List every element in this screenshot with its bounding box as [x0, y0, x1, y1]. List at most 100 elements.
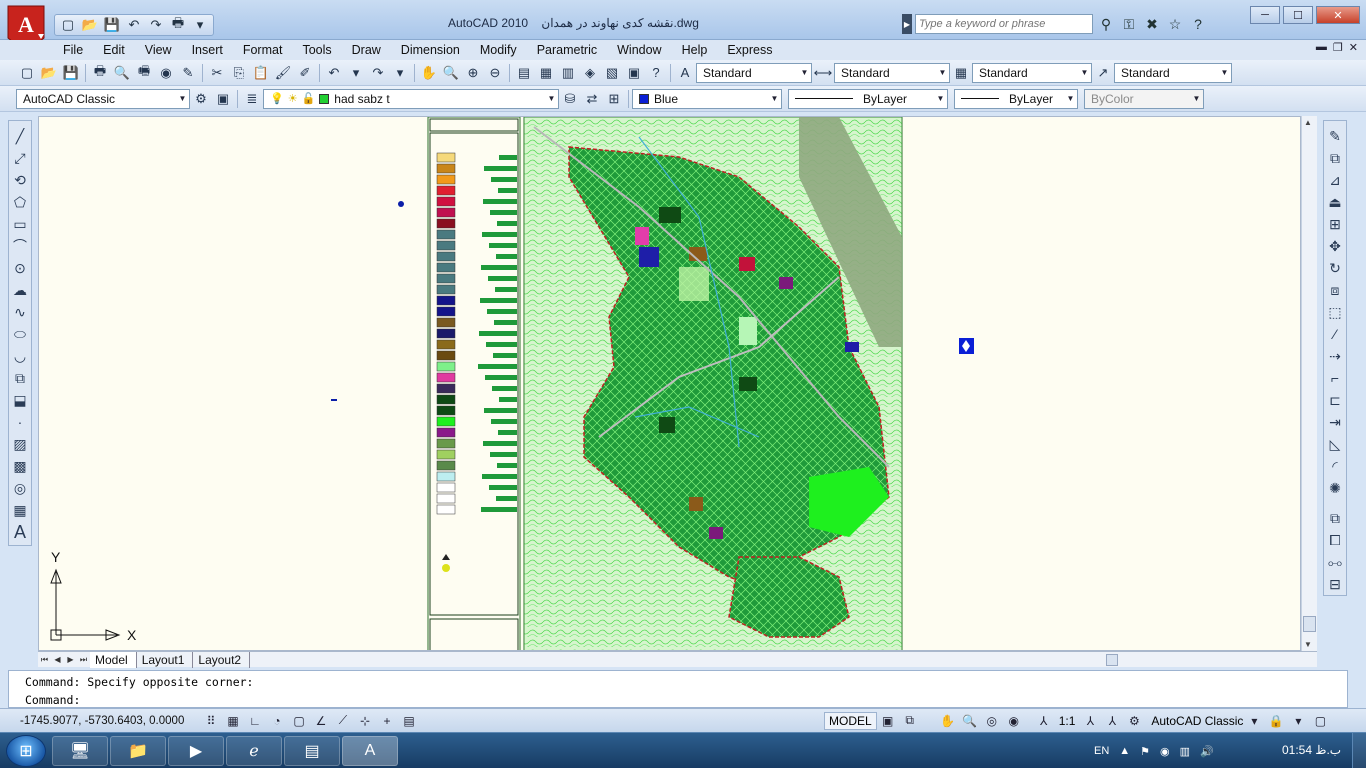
- close-button[interactable]: ✕: [1316, 6, 1360, 24]
- show-desktop-button[interactable]: [1352, 733, 1366, 768]
- quickcalc-icon[interactable]: ▣: [623, 62, 645, 84]
- line-icon[interactable]: ╱: [10, 125, 30, 147]
- lwt-icon[interactable]: +: [376, 711, 398, 731]
- lock-toolbar-icon[interactable]: 🔒: [1265, 711, 1287, 731]
- make-block-icon[interactable]: ⬓: [10, 389, 30, 411]
- quick-view-layouts-icon[interactable]: ▣: [877, 711, 899, 731]
- dyn-icon[interactable]: ⊹: [354, 711, 376, 731]
- search-input[interactable]: [915, 14, 1093, 34]
- undo-icon[interactable]: ↶: [323, 62, 345, 84]
- new-icon[interactable]: ▢: [58, 16, 78, 34]
- join-icon[interactable]: ⇥: [1325, 411, 1345, 433]
- open-file-icon[interactable]: 📂: [38, 62, 60, 84]
- redo-icon[interactable]: ↷: [367, 62, 389, 84]
- tab-model[interactable]: Model: [90, 651, 137, 668]
- language-indicator[interactable]: EN: [1094, 745, 1109, 757]
- match-properties-icon[interactable]: 🖌: [272, 62, 294, 84]
- command-prompt[interactable]: Command:: [25, 693, 80, 707]
- ellipse-icon[interactable]: ⬭: [10, 323, 30, 345]
- save-file-icon[interactable]: 💾: [60, 62, 82, 84]
- showmotion-icon[interactable]: ◉: [1003, 711, 1025, 731]
- circle-icon[interactable]: ⊙: [10, 257, 30, 279]
- pan-status-icon[interactable]: ✋: [937, 711, 959, 731]
- plot-preview-icon[interactable]: 🔍: [111, 62, 133, 84]
- tray-network-icon[interactable]: ▥: [1180, 745, 1190, 758]
- annotation-scale[interactable]: 1:1: [1059, 714, 1076, 728]
- ellipse-arc-icon[interactable]: ◡: [10, 345, 30, 367]
- explode-icon[interactable]: ✺: [1325, 477, 1345, 499]
- tab-layout1[interactable]: Layout1: [137, 651, 194, 668]
- next-tab-icon[interactable]: ▶: [64, 655, 77, 664]
- qat-dropdown-icon[interactable]: ▾: [190, 16, 210, 34]
- qnew-icon[interactable]: ▢: [16, 62, 38, 84]
- bring-front-icon[interactable]: ⧠: [1325, 529, 1345, 551]
- polygon-icon[interactable]: ⬠: [10, 191, 30, 213]
- plotstyle-select[interactable]: ByColor ▼: [1084, 88, 1204, 109]
- 3d-dwf-icon[interactable]: ◉: [155, 62, 177, 84]
- taskbar-autocad-icon[interactable]: A: [342, 736, 398, 766]
- region-icon[interactable]: ◎: [10, 477, 30, 499]
- cursor-coordinates[interactable]: -1745.9077, -5730.6403, 0.0000: [20, 715, 200, 727]
- rectangle-icon[interactable]: ▭: [10, 213, 30, 235]
- cut-icon[interactable]: ✂: [206, 62, 228, 84]
- table-style-select[interactable]: Standard ▼: [972, 62, 1092, 83]
- color-select[interactable]: Blue ▼: [632, 88, 782, 109]
- zoom-realtime-icon[interactable]: 🔍: [440, 62, 462, 84]
- pan-icon[interactable]: ✋: [418, 62, 440, 84]
- menu-draw[interactable]: Draw: [345, 43, 394, 57]
- start-button[interactable]: ⊞: [6, 735, 46, 767]
- paste-icon[interactable]: 📋: [250, 62, 272, 84]
- menu-tools[interactable]: Tools: [295, 43, 344, 57]
- table-icon[interactable]: ▦: [10, 499, 30, 521]
- menu-window[interactable]: Window: [610, 43, 674, 57]
- insert-block-icon[interactable]: ⧉: [10, 367, 30, 389]
- redo-icon[interactable]: ↷: [146, 16, 166, 34]
- menu-parametric[interactable]: Parametric: [530, 43, 610, 57]
- menu-file[interactable]: File: [56, 43, 96, 57]
- etransmit-icon[interactable]: ✎: [177, 62, 199, 84]
- offset-icon[interactable]: ⏏: [1325, 191, 1345, 213]
- menu-express[interactable]: Express: [720, 43, 785, 57]
- menu-insert[interactable]: Insert: [185, 43, 236, 57]
- menu-edit[interactable]: Edit: [96, 43, 138, 57]
- scrollbar-thumb[interactable]: [1303, 616, 1316, 632]
- command-line[interactable]: Command: Specify opposite corner: Comman…: [8, 670, 1348, 708]
- chevron-down-icon[interactable]: ▾: [1243, 711, 1265, 731]
- save-icon[interactable]: 💾: [102, 16, 122, 34]
- menu-help[interactable]: Help: [675, 43, 721, 57]
- dim-style-icon[interactable]: ⟷: [812, 62, 834, 84]
- taskbar-media-player-icon[interactable]: ▶: [168, 736, 224, 766]
- markup-set-icon[interactable]: ▧: [601, 62, 623, 84]
- zoom-window-icon[interactable]: ⊕: [462, 62, 484, 84]
- multileader-style-select[interactable]: Standard ▼: [1114, 62, 1232, 83]
- hatch-icon[interactable]: ▨: [10, 433, 30, 455]
- draw-order-icon[interactable]: ⧉: [1325, 507, 1345, 529]
- doc-minimize-icon[interactable]: ▬: [1316, 41, 1327, 54]
- taskbar-folder-icon[interactable]: 📁: [110, 736, 166, 766]
- drawing-canvas[interactable]: Y X: [38, 116, 1301, 651]
- bring-above-icon[interactable]: ⊟: [1325, 573, 1345, 595]
- qp-icon[interactable]: ▤: [398, 711, 420, 731]
- ortho-icon[interactable]: ∟: [244, 711, 266, 731]
- layer-states-icon[interactable]: ⊞: [603, 88, 625, 110]
- workspace-status[interactable]: AutoCAD Classic: [1151, 714, 1243, 728]
- workspace-select[interactable]: AutoCAD Classic ▼: [16, 88, 190, 109]
- menu-dimension[interactable]: Dimension: [394, 43, 473, 57]
- chamfer-icon[interactable]: ◺: [1325, 433, 1345, 455]
- search-expand-icon[interactable]: ▶: [902, 14, 912, 34]
- taskbar-explorer-icon[interactable]: 🖥: [52, 736, 108, 766]
- block-editor-icon[interactable]: ✐: [294, 62, 316, 84]
- favorites-icon[interactable]: ✖: [1142, 14, 1162, 34]
- grid-icon[interactable]: ▦: [222, 711, 244, 731]
- open-icon[interactable]: 📂: [80, 16, 100, 34]
- minimize-button[interactable]: ─: [1250, 6, 1280, 24]
- menu-modify[interactable]: Modify: [473, 43, 530, 57]
- horizontal-scrollbar[interactable]: [250, 652, 1317, 668]
- ducs-icon[interactable]: ⟋: [332, 711, 354, 731]
- scale-icon[interactable]: ⧈: [1325, 279, 1345, 301]
- annotation-scale-icon[interactable]: ⅄: [1033, 711, 1055, 731]
- break-icon[interactable]: ⊏: [1325, 389, 1345, 411]
- lineweight-select[interactable]: ByLayer ▼: [954, 88, 1078, 109]
- extend-icon[interactable]: ⇢: [1325, 345, 1345, 367]
- tool-palettes-icon[interactable]: ▥: [557, 62, 579, 84]
